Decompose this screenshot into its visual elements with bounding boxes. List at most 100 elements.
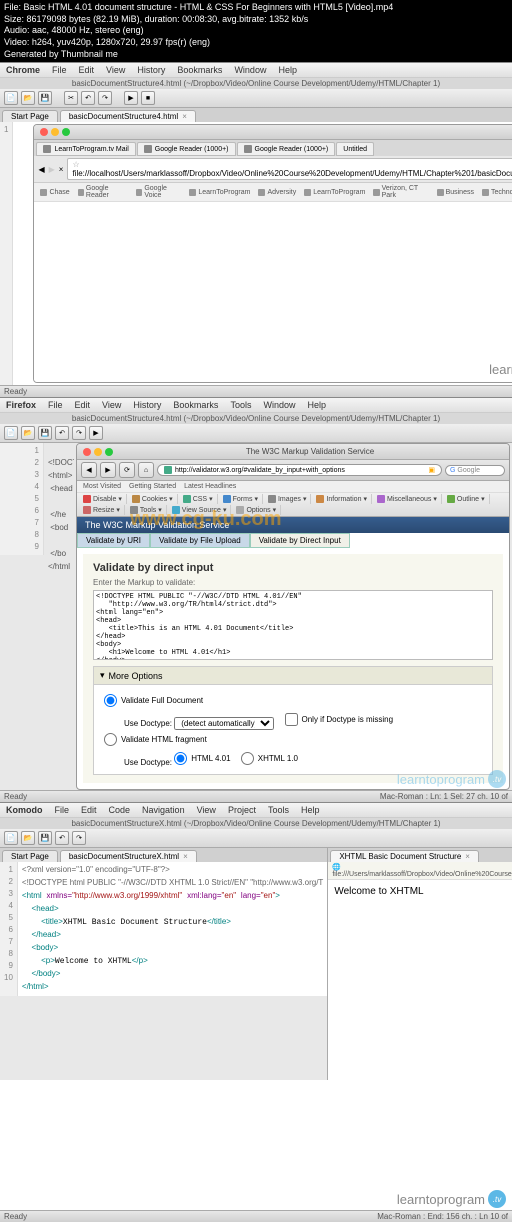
menu-view[interactable]: View (102, 400, 121, 410)
browser-tab[interactable]: Untitled (336, 142, 374, 156)
zoom-window-icon[interactable] (62, 128, 70, 136)
url-input[interactable]: http://validator.w3.org/#validate_by_inp… (157, 464, 442, 476)
menu-file[interactable]: File (48, 400, 63, 410)
opt-only-missing[interactable]: Only if Doctype is missing (285, 713, 394, 726)
menu-edit[interactable]: Edit (79, 65, 95, 75)
play-icon[interactable]: ▶ (89, 426, 103, 440)
minimize-window-icon[interactable] (94, 448, 102, 456)
url-input[interactable]: ☆ file://localhost/Users/marklassoff/Dro… (67, 158, 512, 180)
menu-window[interactable]: Window (234, 65, 266, 75)
w3c-tab-input[interactable]: Validate by Direct Input (250, 533, 350, 548)
minimize-window-icon[interactable] (51, 128, 59, 136)
dev-tools[interactable]: Tools ▾ (126, 505, 167, 515)
bookmark-item[interactable]: LearnToProgram (304, 185, 365, 199)
menu-project[interactable]: Project (228, 805, 256, 815)
menu-file[interactable]: File (55, 805, 70, 815)
bookmark-item[interactable]: Getting Started (129, 483, 176, 490)
close-icon[interactable]: × (183, 852, 188, 861)
menu-history[interactable]: History (133, 400, 161, 410)
zoom-window-icon[interactable] (105, 448, 113, 456)
save-icon[interactable]: 💾 (38, 426, 52, 440)
stop-icon[interactable]: × (59, 165, 64, 174)
dev-viewsource[interactable]: View Source ▾ (168, 505, 232, 515)
rss-icon[interactable]: ▣ (428, 466, 435, 474)
browser-tab[interactable]: Google Reader (1000+) (137, 142, 236, 156)
back-icon[interactable]: ◀ (81, 462, 97, 478)
markup-textarea[interactable]: <!DOCTYPE HTML PUBLIC "-//W3C//DTD HTML … (93, 590, 493, 660)
dev-misc[interactable]: Miscellaneous ▾ (373, 494, 442, 504)
menu-bookmarks[interactable]: Bookmarks (173, 400, 218, 410)
redo-icon[interactable]: ↷ (72, 426, 86, 440)
opt-validate-fragment[interactable]: Validate HTML fragment (104, 733, 482, 746)
forward-icon[interactable]: ▶ (49, 165, 55, 174)
dev-forms[interactable]: Forms ▾ (219, 494, 263, 504)
dev-css[interactable]: CSS ▾ (179, 494, 218, 504)
bookmark-item[interactable]: Adversity (258, 185, 296, 199)
menu-help[interactable]: Help (278, 65, 297, 75)
opt-html401[interactable]: HTML 4.01 (174, 752, 230, 765)
opt-xhtml10[interactable]: XHTML 1.0 (241, 752, 298, 765)
menu-help[interactable]: Help (307, 400, 326, 410)
dev-options[interactable]: Options ▾ (232, 505, 281, 515)
new-file-icon[interactable]: 📄 (4, 91, 18, 105)
radio-html401[interactable] (174, 752, 187, 765)
close-icon[interactable]: × (182, 112, 187, 121)
browser-tab[interactable]: LearnToProgram.tv Mail (36, 142, 135, 156)
menu-window[interactable]: Window (263, 400, 295, 410)
w3c-tab-upload[interactable]: Validate by File Upload (150, 533, 250, 548)
bookmark-item[interactable]: Chase (40, 185, 69, 199)
checkbox-only-missing[interactable] (285, 713, 298, 726)
dev-disable[interactable]: Disable ▾ (79, 494, 127, 504)
bookmark-item[interactable]: LearnToProgram (189, 185, 250, 199)
bookmark-item[interactable]: Technology (482, 185, 512, 199)
code-text[interactable]: <?xml version="1.0" encoding="UTF-8"?> <… (18, 862, 327, 996)
forward-icon[interactable]: ▶ (100, 462, 116, 478)
tab-start-page[interactable]: Start Page (2, 110, 58, 122)
open-icon[interactable]: 📂 (21, 426, 35, 440)
dev-resize[interactable]: Resize ▾ (79, 505, 125, 515)
dev-info[interactable]: Information ▾ (312, 494, 372, 504)
close-window-icon[interactable] (40, 128, 48, 136)
dev-outline[interactable]: Outline ▾ (443, 494, 490, 504)
menu-code[interactable]: Code (109, 805, 131, 815)
menu-file[interactable]: File (52, 65, 67, 75)
code-snippet[interactable]: <!DOCTYPE <html> <head </he <bod </bo </… (44, 443, 74, 790)
open-icon[interactable]: 📂 (21, 831, 35, 845)
opt-validate-full[interactable]: Validate Full Document (104, 694, 482, 707)
bookmark-item[interactable]: Most Visited (83, 483, 121, 490)
redo-icon[interactable]: ↷ (98, 91, 112, 105)
bookmark-item[interactable]: Latest Headlines (184, 483, 236, 490)
save-icon[interactable]: 💾 (38, 91, 52, 105)
undo-icon[interactable]: ↶ (55, 831, 69, 845)
menu-help[interactable]: Help (301, 805, 320, 815)
undo-icon[interactable]: ↶ (55, 426, 69, 440)
doctype-select[interactable]: (detect automatically) (174, 717, 274, 730)
menu-navigation[interactable]: Navigation (142, 805, 185, 815)
save-icon[interactable]: 💾 (38, 831, 52, 845)
tab-file[interactable]: basicDocumentStructureX.html× (60, 850, 197, 862)
menu-edit[interactable]: Edit (81, 805, 97, 815)
radio-full[interactable] (104, 694, 117, 707)
dev-cookies[interactable]: Cookies ▾ (128, 494, 178, 504)
dev-images[interactable]: Images ▾ (264, 494, 311, 504)
back-icon[interactable]: ◀ (38, 165, 44, 174)
code-editor[interactable]: 12345678910 <?xml version="1.0" encoding… (0, 862, 327, 996)
w3c-tab-uri[interactable]: Validate by URI (77, 533, 150, 548)
menu-tools[interactable]: Tools (268, 805, 289, 815)
new-file-icon[interactable]: 📄 (4, 426, 18, 440)
browser-tab[interactable]: Google Reader (1000+) (237, 142, 336, 156)
reload-icon[interactable]: ⟳ (119, 462, 135, 478)
bookmark-item[interactable]: Google Voice (136, 185, 181, 199)
tab-file[interactable]: basicDocumentStructure4.html× (60, 110, 196, 122)
menu-view[interactable]: View (106, 65, 125, 75)
radio-fragment[interactable] (104, 733, 117, 746)
menu-tools[interactable]: Tools (230, 400, 251, 410)
menu-view[interactable]: View (197, 805, 216, 815)
tab-preview[interactable]: XHTML Basic Document Structure× (330, 850, 479, 862)
open-icon[interactable]: 📂 (21, 91, 35, 105)
radio-xhtml10[interactable] (241, 752, 254, 765)
bookmark-item[interactable]: Google Reader (78, 185, 128, 199)
tab-start-page[interactable]: Start Page (2, 850, 58, 862)
menu-bookmarks[interactable]: Bookmarks (177, 65, 222, 75)
stop-icon[interactable]: ■ (141, 91, 155, 105)
